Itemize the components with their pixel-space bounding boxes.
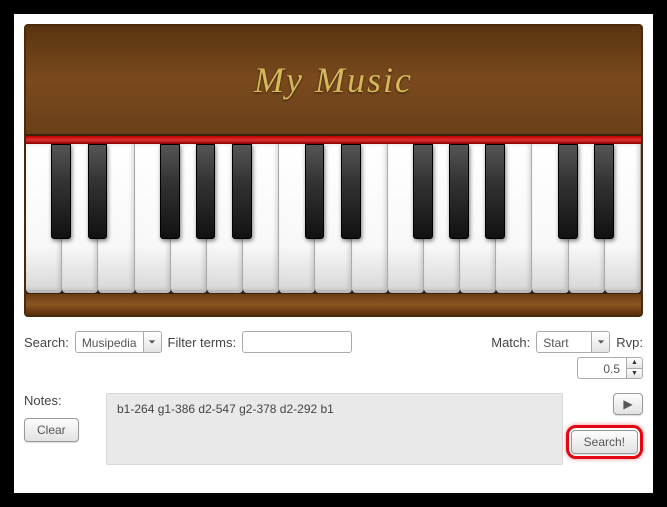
- piano-lid: My Music: [26, 26, 641, 136]
- white-key[interactable]: [279, 144, 315, 293]
- match-label: Match:: [491, 335, 530, 350]
- match-select[interactable]: Start: [536, 331, 610, 353]
- filter-terms-input[interactable]: [242, 331, 352, 353]
- white-key[interactable]: [460, 144, 496, 293]
- white-key[interactable]: [388, 144, 424, 293]
- white-key[interactable]: [605, 144, 641, 293]
- match-value: Start: [537, 332, 591, 352]
- rvp-value[interactable]: 0.5: [578, 358, 626, 378]
- chevron-down-icon[interactable]: [143, 332, 161, 352]
- rvp-spinner[interactable]: 0.5 ▲ ▼: [577, 357, 643, 379]
- search-source-select[interactable]: Musipedia: [75, 331, 162, 353]
- white-key[interactable]: [207, 144, 243, 293]
- search-highlight: Search!: [566, 425, 643, 459]
- spinner-down-icon[interactable]: ▼: [627, 369, 642, 379]
- play-button[interactable]: ▶: [613, 393, 643, 415]
- white-key[interactable]: [496, 144, 532, 293]
- white-key[interactable]: [352, 144, 388, 293]
- notes-label: Notes:: [24, 393, 62, 408]
- white-keys[interactable]: [26, 144, 641, 293]
- piano-keyboard[interactable]: My Music: [24, 24, 643, 317]
- white-key[interactable]: [532, 144, 568, 293]
- white-key[interactable]: [243, 144, 279, 293]
- search-label: Search:: [24, 335, 69, 350]
- white-key[interactable]: [98, 144, 134, 293]
- piano-felt: [26, 136, 641, 144]
- white-key[interactable]: [26, 144, 62, 293]
- white-key[interactable]: [135, 144, 171, 293]
- search-source-value: Musipedia: [76, 332, 143, 352]
- white-key[interactable]: [62, 144, 98, 293]
- search-button[interactable]: Search!: [571, 430, 638, 454]
- white-key[interactable]: [315, 144, 351, 293]
- piano-frame: [26, 293, 641, 315]
- chevron-down-icon[interactable]: [591, 332, 609, 352]
- notes-textarea[interactable]: b1-264 g1-386 d2-547 g2-378 d2-292 b1: [106, 393, 563, 465]
- white-key[interactable]: [569, 144, 605, 293]
- filter-label: Filter terms:: [168, 335, 237, 350]
- rvp-label: Rvp:: [616, 335, 643, 350]
- spinner-up-icon[interactable]: ▲: [627, 358, 642, 369]
- white-key[interactable]: [171, 144, 207, 293]
- play-icon: ▶: [623, 397, 632, 411]
- clear-button[interactable]: Clear: [24, 418, 79, 442]
- piano-title: My Music: [254, 59, 413, 101]
- white-key[interactable]: [424, 144, 460, 293]
